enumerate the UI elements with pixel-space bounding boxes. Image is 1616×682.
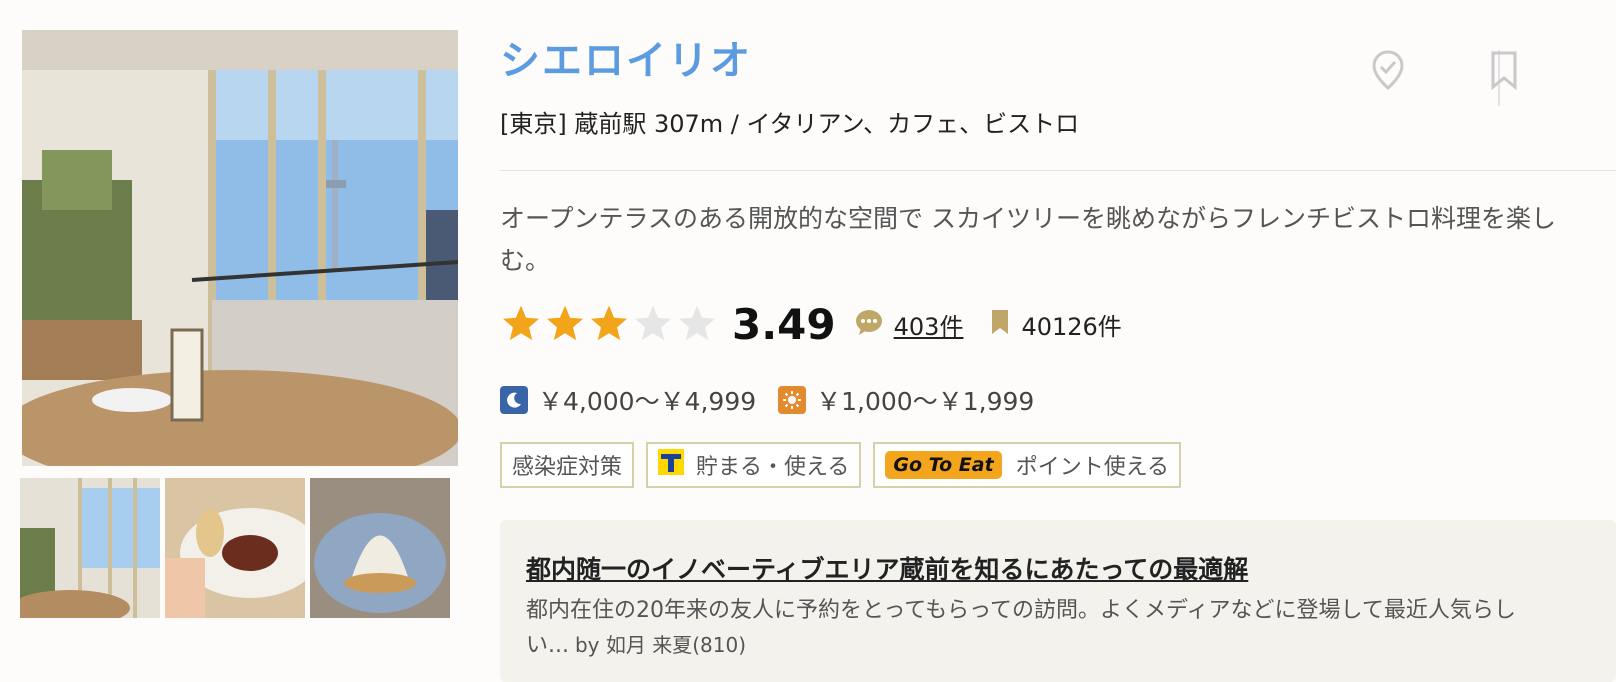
moon-icon bbox=[500, 386, 528, 414]
thumbnail-photo-2[interactable] bbox=[165, 478, 305, 618]
section-divider bbox=[500, 170, 1616, 171]
star-icon bbox=[546, 305, 584, 341]
lunch-budget: ￥1,000～￥1,999 bbox=[816, 387, 1035, 416]
tpoint-icon bbox=[658, 449, 685, 481]
review-body: 都内在住の20年来の友人に予約をとってもらっての訪問。よくメディアなどに登場して… bbox=[526, 594, 1586, 663]
tpoint-badge: 貯まる・使える bbox=[646, 442, 862, 488]
badge-list: 感染症対策 貯まる・使える Go To Eat ポイント使える bbox=[500, 442, 1182, 488]
covid-badge-label: 感染症対策 bbox=[512, 455, 623, 480]
save-bookmark-button[interactable] bbox=[1482, 50, 1526, 94]
featured-review: 都内随一のイノベーティブエリア蔵前を知るにあたっての最適解 都内在住の20年来の… bbox=[500, 520, 1616, 682]
goto-eat-badge: Go To Eat ポイント使える bbox=[873, 442, 1182, 488]
sun-icon bbox=[778, 386, 807, 414]
star-icon bbox=[634, 305, 672, 341]
review-title-link[interactable]: 都内随一のイノベーティブエリア蔵前を知るにあたっての最適解 bbox=[526, 550, 1248, 586]
saved-bookmark-icon bbox=[991, 309, 1009, 339]
save-count: 40126件 bbox=[1021, 312, 1122, 341]
dinner-budget: ￥4,000～￥4,999 bbox=[538, 387, 757, 416]
budget-row: ￥4,000～￥4,999 ￥1,000～￥1,999 bbox=[500, 380, 1056, 420]
covid-measures-badge: 感染症対策 bbox=[500, 442, 635, 488]
star-rating bbox=[500, 303, 718, 345]
star-icon bbox=[502, 305, 540, 341]
review-author: by 如月 来夏(810) bbox=[574, 633, 747, 657]
pr-text: オープンテラスのある開放的な空間で スカイツリーを眺めながらフレンチビストロ料理… bbox=[500, 204, 1556, 275]
star-icon bbox=[590, 305, 628, 341]
area-genre: [東京] 蔵前駅 307m / イタリアン、カフェ、ビストロ bbox=[500, 110, 1080, 138]
rating-row: 3.49 403件 40126件 bbox=[500, 298, 1122, 350]
star-icon bbox=[678, 305, 716, 341]
shop-name-link[interactable]: シエロイリオ bbox=[500, 28, 752, 86]
visited-pin-icon bbox=[1371, 50, 1405, 94]
rating-score: 3.49 bbox=[732, 299, 836, 349]
goto-badge-label: ポイント使える bbox=[1015, 455, 1170, 480]
comment-icon bbox=[854, 308, 884, 340]
main-photo[interactable] bbox=[22, 30, 458, 466]
visited-button[interactable] bbox=[1366, 50, 1410, 94]
goto-eat-logo: Go To Eat bbox=[885, 451, 1002, 479]
thumbnail-photo-3[interactable] bbox=[310, 478, 450, 618]
review-count-link[interactable]: 403件 bbox=[894, 307, 964, 342]
thumbnail-photo-1[interactable] bbox=[20, 478, 160, 618]
bookmark-icon bbox=[1489, 50, 1519, 94]
tpoint-badge-label: 貯まる・使える bbox=[696, 455, 850, 480]
